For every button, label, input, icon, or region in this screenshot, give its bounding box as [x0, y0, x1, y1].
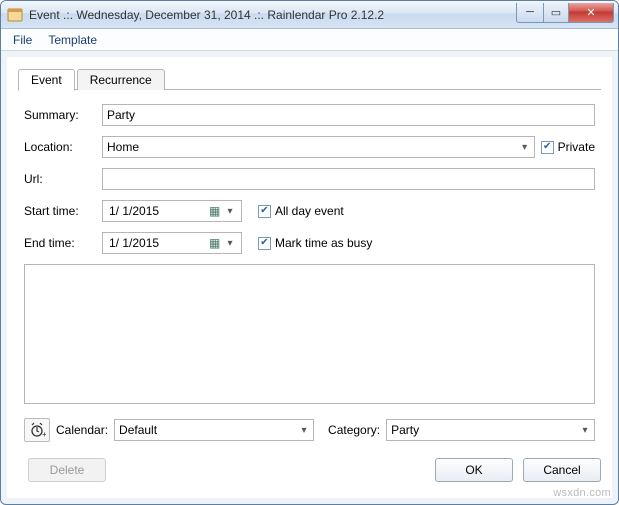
app-window: Event .:. Wednesday, December 31, 2014 .…: [0, 0, 619, 505]
window-controls: ─ ▭ ✕: [517, 3, 614, 23]
end-date-value: 1/ 1/2015: [107, 236, 209, 250]
label-end-time: End time:: [24, 236, 96, 250]
close-button[interactable]: ✕: [568, 3, 614, 23]
calendar-icon: ▦: [209, 236, 223, 250]
chevron-down-icon: ▾: [223, 238, 237, 249]
end-date-picker[interactable]: 1/ 1/2015 ▦ ▾: [102, 232, 242, 254]
ok-button[interactable]: OK: [435, 458, 513, 482]
summary-input[interactable]: [102, 104, 595, 126]
allday-checkbox[interactable]: ✔ All day event: [258, 204, 344, 218]
svg-text:+: +: [42, 430, 46, 439]
checkbox-icon: ✔: [541, 141, 554, 154]
label-private: Private: [558, 140, 595, 154]
calendar-combo[interactable]: Default ▾: [114, 419, 314, 441]
app-icon: [7, 7, 23, 23]
button-bar: Delete OK Cancel: [18, 454, 601, 482]
calendar-value: Default: [119, 423, 157, 437]
label-busy: Mark time as busy: [275, 236, 372, 250]
url-input[interactable]: [102, 168, 595, 190]
category-combo[interactable]: Party ▾: [386, 419, 595, 441]
notes-textarea[interactable]: [24, 264, 595, 404]
label-start-time: Start time:: [24, 204, 96, 218]
watermark: wsxdn.com: [553, 487, 611, 499]
label-summary: Summary:: [24, 108, 96, 122]
start-date-value: 1/ 1/2015: [107, 204, 209, 218]
menu-template[interactable]: Template: [40, 31, 105, 49]
menu-file[interactable]: File: [5, 31, 40, 49]
tab-recurrence[interactable]: Recurrence: [77, 69, 165, 90]
label-calendar: Calendar:: [56, 423, 108, 437]
tab-event[interactable]: Event: [18, 69, 75, 91]
tabstrip: Event Recurrence: [18, 66, 601, 90]
chevron-down-icon: ▾: [297, 425, 311, 436]
category-value: Party: [391, 423, 419, 437]
client-area: Event Recurrence Summary: Location: Home…: [7, 57, 612, 498]
label-url: Url:: [24, 172, 96, 186]
location-value: Home: [107, 140, 139, 154]
private-checkbox[interactable]: ✔ Private: [541, 140, 595, 154]
label-location: Location:: [24, 140, 96, 154]
chevron-down-icon: ▾: [223, 206, 237, 217]
chevron-down-icon: ▾: [518, 142, 532, 153]
location-combo[interactable]: Home ▾: [102, 136, 535, 158]
event-form: Summary: Location: Home ▾ ✔ Private Url:: [18, 90, 601, 448]
alarm-button[interactable]: +: [24, 418, 50, 442]
label-allday: All day event: [275, 204, 344, 218]
titlebar[interactable]: Event .:. Wednesday, December 31, 2014 .…: [1, 1, 618, 29]
window-title: Event .:. Wednesday, December 31, 2014 .…: [29, 8, 517, 22]
checkbox-icon: ✔: [258, 237, 271, 250]
calendar-icon: ▦: [209, 204, 223, 218]
cancel-button[interactable]: Cancel: [523, 458, 601, 482]
chevron-down-icon: ▾: [578, 425, 592, 436]
delete-button[interactable]: Delete: [28, 458, 106, 482]
menubar: File Template: [1, 29, 618, 51]
label-category: Category:: [328, 423, 380, 437]
minimize-button[interactable]: ─: [516, 3, 544, 23]
start-date-picker[interactable]: 1/ 1/2015 ▦ ▾: [102, 200, 242, 222]
busy-checkbox[interactable]: ✔ Mark time as busy: [258, 236, 372, 250]
checkbox-icon: ✔: [258, 205, 271, 218]
maximize-button[interactable]: ▭: [543, 3, 569, 23]
